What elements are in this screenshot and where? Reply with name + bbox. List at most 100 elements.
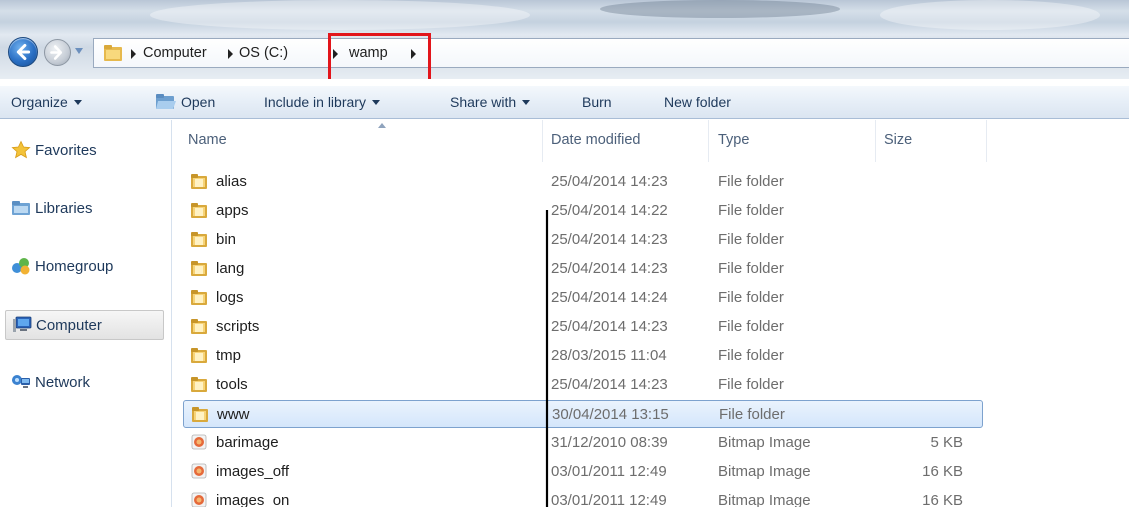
sort-arrow-icon: [378, 123, 386, 128]
nav-item-homegroup[interactable]: Homegroup: [0, 252, 172, 282]
file-date: 25/04/2014 14:23: [551, 231, 668, 248]
file-row-scripts[interactable]: scripts 25/04/2014 14:23 File folder: [183, 313, 983, 341]
homegroup-icon: [12, 258, 30, 275]
file-row-barimage[interactable]: barimage 31/12/2010 08:39 Bitmap Image 5 KB: [183, 429, 983, 457]
file-type: File folder: [718, 318, 784, 335]
column-header-label: Date modified: [551, 132, 641, 148]
folder-icon: [191, 203, 207, 218]
file-date: 25/04/2014 14:23: [551, 376, 668, 393]
burn-button[interactable]: Burn: [582, 94, 612, 110]
file-date: 25/04/2014 14:23: [551, 260, 668, 277]
new-folder-button[interactable]: New folder: [664, 94, 731, 110]
file-size: 16 KB: [922, 492, 963, 507]
file-row-tools[interactable]: tools 25/04/2014 14:23 File folder: [183, 371, 983, 399]
folder-icon: [104, 45, 122, 61]
file-row-www[interactable]: www 30/04/2014 13:15 File folder: [183, 400, 983, 428]
open-button[interactable]: Open: [181, 94, 215, 110]
file-date: 28/03/2015 11:04: [551, 347, 667, 364]
file-name: barimage: [216, 434, 279, 451]
nav-item-network[interactable]: Network: [0, 368, 172, 398]
address-bar: Computer OS (C:) wamp: [0, 0, 1129, 79]
nav-item-favorites[interactable]: Favorites: [0, 136, 172, 166]
column-header-name[interactable]: Name: [183, 120, 543, 162]
file-name: apps: [216, 202, 249, 219]
breadcrumb-computer[interactable]: Computer: [143, 45, 207, 61]
file-date: 30/04/2014 13:15: [552, 406, 669, 423]
file-name: bin: [216, 231, 237, 248]
file-date: 25/04/2014 14:23: [551, 318, 668, 335]
column-header-label: Size: [884, 132, 913, 148]
file-size: 5 KB: [930, 434, 963, 451]
file-type: Bitmap Image: [718, 492, 811, 507]
column-header-label: Name: [188, 132, 227, 148]
file-date: 25/04/2014 14:22: [551, 202, 668, 219]
folder-icon: [191, 174, 207, 189]
recent-pages-dropdown[interactable]: [73, 45, 85, 57]
chevron-right-icon[interactable]: [228, 49, 233, 59]
navigation-pane: Favorites Libraries Homegroup Computer N…: [0, 120, 172, 507]
folder-icon: [191, 319, 207, 334]
file-row-lang[interactable]: lang 25/04/2014 14:23 File folder: [183, 255, 983, 283]
file-date: 03/01/2011 12:49: [551, 463, 667, 480]
forward-button[interactable]: [44, 39, 71, 66]
file-type: File folder: [718, 376, 784, 393]
file-row-apps[interactable]: apps 25/04/2014 14:22 File folder: [183, 197, 983, 225]
chevron-right-icon[interactable]: [131, 49, 136, 59]
file-row-alias[interactable]: alias 25/04/2014 14:23 File folder: [183, 168, 983, 196]
file-size: 16 KB: [922, 463, 963, 480]
file-row-bin[interactable]: bin 25/04/2014 14:23 File folder: [183, 226, 983, 254]
chevron-down-icon: [73, 100, 82, 105]
file-type: Bitmap Image: [718, 434, 811, 451]
annotation-arrow: [545, 210, 549, 507]
network-icon: [12, 375, 30, 388]
file-type: File folder: [718, 289, 784, 306]
file-date: 03/01/2011 12:49: [551, 492, 667, 507]
bitmap-icon: [191, 492, 207, 507]
file-name: lang: [216, 260, 245, 277]
nav-item-label: Homegroup: [35, 258, 114, 275]
file-list: Name Date modified Type Size alias 25/04/…: [173, 120, 1129, 507]
file-name: images_off: [216, 463, 290, 480]
file-type: File folder: [719, 406, 785, 423]
file-date: 25/04/2014 14:24: [551, 289, 668, 306]
organize-label: Organize: [11, 94, 68, 110]
file-row-logs[interactable]: logs 25/04/2014 14:24 File folder: [183, 284, 983, 312]
file-type: File folder: [718, 260, 784, 277]
nav-item-label: Favorites: [35, 142, 97, 159]
nav-item-label: Libraries: [35, 200, 93, 217]
file-type: File folder: [718, 173, 784, 190]
file-name: tools: [216, 376, 248, 393]
file-row-images-off[interactable]: images_off 03/01/2011 12:49 Bitmap Image 16…: [183, 458, 983, 486]
star-icon: [11, 140, 31, 159]
file-type: File folder: [718, 231, 784, 248]
nav-item-libraries[interactable]: Libraries: [0, 194, 172, 224]
file-name: www: [217, 406, 250, 423]
file-type: File folder: [718, 202, 784, 219]
column-header-date[interactable]: Date modified: [546, 120, 709, 162]
file-name: images_on: [216, 492, 290, 507]
file-type: File folder: [718, 347, 784, 364]
nav-item-computer[interactable]: Computer: [5, 310, 164, 340]
file-row-images-on[interactable]: images_on 03/01/2011 12:49 Bitmap Image 16 …: [183, 487, 983, 507]
folder-icon: [191, 290, 207, 305]
file-name: logs: [216, 289, 244, 306]
folder-icon: [191, 348, 207, 363]
back-button[interactable]: [8, 37, 38, 67]
nav-item-label: Computer: [36, 317, 102, 334]
folder-icon: [192, 407, 208, 422]
file-row-tmp[interactable]: tmp 28/03/2015 11:04 File folder: [183, 342, 983, 370]
folder-icon: [191, 377, 207, 392]
organize-button[interactable]: Organize: [11, 94, 82, 110]
column-header-size[interactable]: Size: [879, 120, 987, 162]
nav-item-label: Network: [35, 374, 91, 391]
folder-icon: [191, 261, 207, 276]
share-with-button[interactable]: Share with: [450, 94, 531, 110]
share-with-label: Share with: [450, 94, 517, 110]
include-in-library-label: Include in library: [264, 94, 366, 110]
library-icon: [12, 201, 30, 215]
bitmap-icon: [191, 463, 207, 479]
breadcrumb-drive[interactable]: OS (C:): [239, 45, 288, 61]
column-header-type[interactable]: Type: [713, 120, 876, 162]
include-in-library-button[interactable]: Include in library: [264, 94, 380, 110]
chevron-down-icon: [522, 100, 531, 105]
